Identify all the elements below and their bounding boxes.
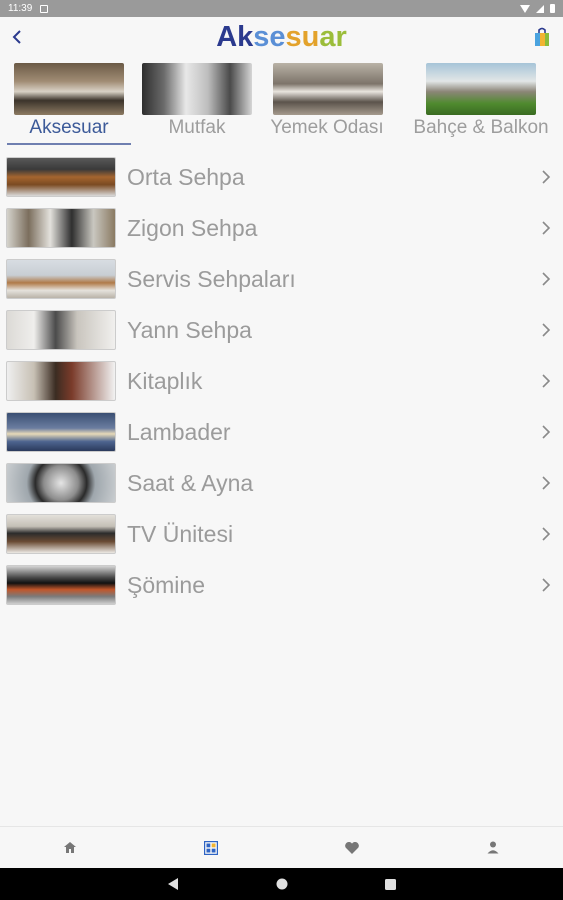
- tab-thumbnail: [273, 63, 383, 115]
- bottom-navigation: [0, 826, 563, 868]
- item-label: Kitaplık: [127, 368, 203, 394]
- item-thumbnail: [6, 565, 116, 605]
- nav-profile-button[interactable]: [422, 827, 563, 868]
- item-thumbnail: [6, 361, 116, 401]
- active-tab-indicator: [7, 143, 131, 145]
- tab-label: Aksesuar: [29, 117, 109, 138]
- system-home-button[interactable]: [275, 877, 289, 891]
- grid-icon: [204, 840, 219, 855]
- logo-part-4: ar: [319, 21, 347, 53]
- status-icons: [520, 4, 555, 13]
- item-label: Yann Sehpa: [127, 317, 252, 343]
- item-thumbnail: [6, 310, 116, 350]
- wifi-icon: [520, 4, 530, 13]
- system-navigation: [0, 868, 563, 900]
- item-label: Saat & Ayna: [127, 470, 254, 496]
- chevron-right-icon: [542, 476, 551, 490]
- item-thumbnail: [6, 412, 116, 452]
- tab-mutfak[interactable]: Mutfak: [142, 59, 252, 149]
- person-icon: [487, 841, 499, 854]
- list-item-somine[interactable]: Şömine: [0, 560, 563, 611]
- item-thumbnail: [6, 463, 116, 503]
- logo-part-2: se: [253, 21, 286, 53]
- category-tabs: Aksesuar Mutfak Yemek Odası Bahçe & Balk…: [0, 59, 563, 151]
- chevron-right-icon: [542, 374, 551, 388]
- square-recents-icon: [385, 878, 396, 890]
- shopping-bag-button[interactable]: [533, 27, 551, 47]
- tab-thumbnail: [426, 63, 536, 115]
- item-label: Zigon Sehpa: [127, 215, 258, 241]
- item-thumbnail: [6, 259, 116, 299]
- tab-label: Mutfak: [168, 117, 226, 138]
- tab-bahce-balkon[interactable]: Bahçe & Balkon: [404, 59, 558, 149]
- nav-favorites-button[interactable]: [282, 827, 423, 868]
- system-recents-button[interactable]: [384, 877, 398, 891]
- tab-label: Yemek Odası: [270, 117, 384, 138]
- subcategory-list: Orta Sehpa Zigon Sehpa Servis Sehpaları …: [0, 152, 563, 611]
- item-label: Lambader: [127, 419, 231, 445]
- tab-aksesuar[interactable]: Aksesuar: [7, 59, 131, 149]
- chevron-right-icon: [542, 527, 551, 541]
- list-item-saat-ayna[interactable]: Saat & Ayna: [0, 458, 563, 509]
- app-logo: Aksesuar: [0, 21, 563, 54]
- item-label: Şömine: [127, 572, 205, 598]
- list-item-zigon-sehpa[interactable]: Zigon Sehpa: [0, 203, 563, 254]
- chevron-right-icon: [542, 272, 551, 286]
- triangle-back-icon: [167, 878, 178, 890]
- system-back-button[interactable]: [166, 877, 180, 891]
- item-thumbnail: [6, 514, 116, 554]
- home-icon: [64, 842, 77, 853]
- tab-thumbnail: [14, 63, 124, 115]
- status-time: 11:39: [8, 3, 33, 14]
- item-thumbnail: [6, 157, 116, 197]
- notification-icon: [40, 4, 49, 13]
- app-header: Aksesuar: [0, 17, 563, 59]
- shopping-bag-icon: [535, 27, 549, 46]
- circle-home-icon: [276, 878, 287, 890]
- item-thumbnail: [6, 208, 116, 248]
- logo-part-3: su: [285, 21, 320, 53]
- tab-thumbnail: [142, 63, 252, 115]
- chevron-right-icon: [542, 170, 551, 184]
- chevron-right-icon: [542, 578, 551, 592]
- list-item-yann-sehpa[interactable]: Yann Sehpa: [0, 305, 563, 356]
- chevron-right-icon: [542, 323, 551, 337]
- item-label: TV Ünitesi: [127, 521, 234, 547]
- list-item-kitaplik[interactable]: Kitaplık: [0, 356, 563, 407]
- logo-part-1: Ak: [216, 21, 254, 53]
- item-label: Orta Sehpa: [127, 164, 245, 190]
- cellular-icon: [536, 4, 544, 13]
- tab-yemek-odasi[interactable]: Yemek Odası: [262, 59, 392, 149]
- list-item-lambader[interactable]: Lambader: [0, 407, 563, 458]
- list-item-orta-sehpa[interactable]: Orta Sehpa: [0, 152, 563, 203]
- item-label: Servis Sehpaları: [127, 266, 296, 292]
- nav-home-button[interactable]: [0, 827, 141, 868]
- nav-categories-button[interactable]: [141, 827, 282, 868]
- status-bar: 11:39: [0, 0, 563, 17]
- battery-icon: [550, 4, 555, 13]
- list-item-servis-sehpalari[interactable]: Servis Sehpaları: [0, 254, 563, 305]
- chevron-right-icon: [542, 425, 551, 439]
- list-item-tv-unitesi[interactable]: TV Ünitesi: [0, 509, 563, 560]
- tab-label: Bahçe & Balkon: [413, 117, 549, 138]
- chevron-right-icon: [542, 221, 551, 235]
- heart-icon: [345, 841, 359, 854]
